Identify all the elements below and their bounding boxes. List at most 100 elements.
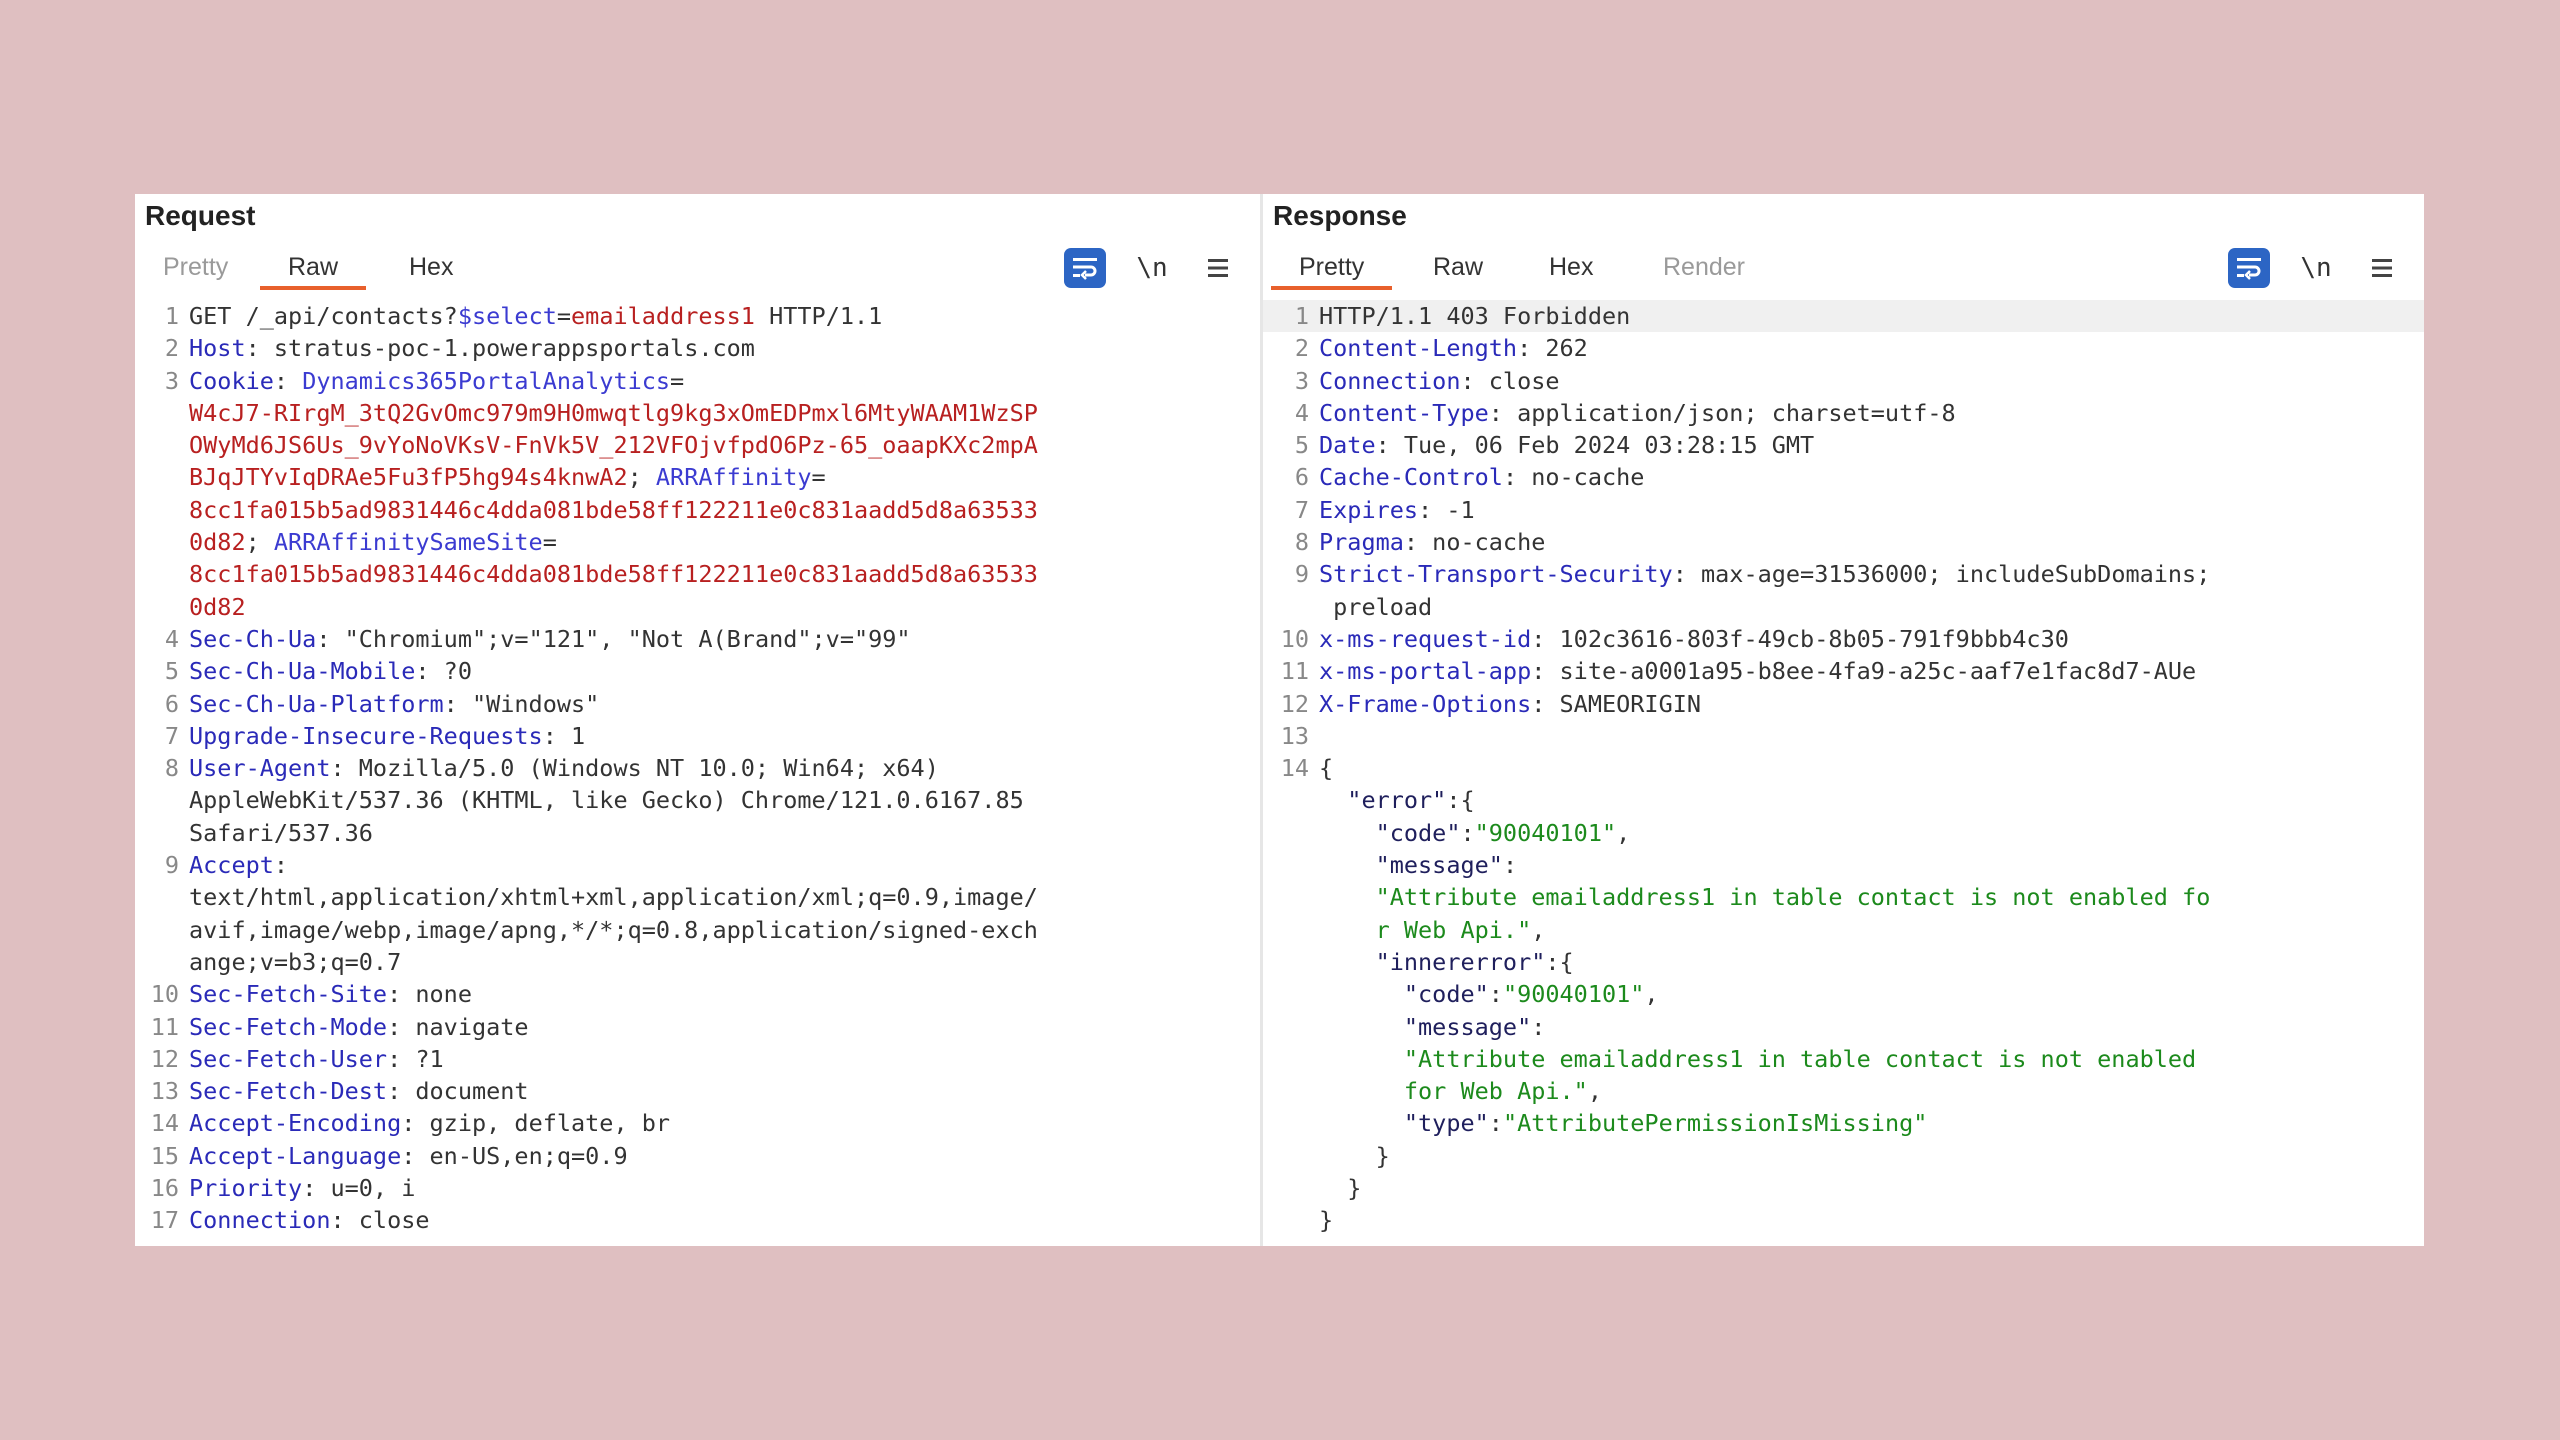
code-line: 6 Cache-Control: no-cache [1263, 461, 2424, 493]
code-text: Strict-Transport-Security: max-age=31536… [1309, 558, 2424, 590]
code-line: "Attribute emailaddress1 in table contac… [1263, 881, 2424, 913]
code-text: "code":"90040101", [1309, 817, 2424, 849]
code-line: 9 Strict-Transport-Security: max-age=3153… [1263, 558, 2424, 590]
response-tab-raw[interactable]: Raw [1405, 244, 1511, 290]
code-line: Safari/537.36 [135, 817, 1260, 849]
code-token: : document [387, 1077, 529, 1106]
code-line: 4 Content-Type: application/json; charset… [1263, 397, 2424, 429]
code-token: : [1460, 818, 1475, 847]
response-title: Response [1273, 200, 1407, 231]
code-text: preload [1309, 591, 2424, 623]
code-line: "type":"AttributePermissionIsMissing" [1263, 1107, 2424, 1139]
code-text: } [1309, 1204, 2424, 1236]
response-tab-render[interactable]: Render [1635, 244, 1773, 290]
code-line: preload [1263, 591, 2424, 623]
code-token: "Attribute emailaddress1 in table contac… [1319, 883, 2211, 912]
code-token: "error" [1319, 786, 1447, 815]
code-token: Sec-Fetch-Dest [189, 1077, 388, 1106]
code-text: x-ms-request-id: 102c3616-803f-49cb-8b05… [1309, 623, 2424, 655]
code-token: AppleWebKit/537.36 (KHTML, like Gecko) C… [189, 786, 1024, 815]
code-token: : SAMEORIGIN [1531, 689, 1702, 718]
code-token: : [273, 366, 303, 395]
request-wrap-lines-button[interactable] [1064, 248, 1106, 288]
line-number: 16 [150, 1174, 179, 1203]
code-text: Content-Length: 262 [1309, 332, 2424, 364]
request-tab-pretty[interactable]: Pretty [135, 244, 256, 290]
response-wrap-lines-button[interactable] [2228, 248, 2270, 288]
code-token: : site-a0001a95-b8ee-4fa9-a25c-aaf7e1fac… [1531, 657, 2197, 686]
code-token: : close [330, 1206, 430, 1235]
code-token: Cookie [189, 366, 274, 395]
code-token: : -1 [1418, 495, 1475, 524]
code-token: Safari/537.36 [189, 818, 373, 847]
code-text: text/html,application/xhtml+xml,applicat… [179, 881, 1260, 913]
request-tab-hex[interactable]: Hex [381, 244, 481, 290]
code-token: Priority [189, 1174, 303, 1203]
line-number [1263, 784, 1309, 816]
line-number: 2 [164, 334, 179, 363]
code-token: text/html,application/xhtml+xml,applicat… [189, 883, 1038, 912]
code-token: "code" [1319, 818, 1461, 847]
line-number: 14 [1280, 754, 1309, 783]
response-tab-hex[interactable]: Hex [1521, 244, 1621, 290]
request-menu-button[interactable] [1198, 248, 1238, 288]
code-text: Connection: close [1309, 365, 2424, 397]
code-text: "type":"AttributePermissionIsMissing" [1309, 1107, 2424, 1139]
response-newline-toggle[interactable]: \n [2296, 248, 2336, 288]
code-token: : 102c3616-803f-49cb-8b05-791f9bbb4c30 [1531, 624, 2069, 653]
code-token: Accept [189, 851, 274, 880]
code-line: "code":"90040101", [1263, 817, 2424, 849]
line-number: 4 [1294, 398, 1309, 427]
request-editor[interactable]: 1 GET /_api/contacts?$select=emailaddress… [135, 300, 1260, 1246]
line-number [1263, 946, 1309, 978]
code-line: 8cc1fa015b5ad9831446c4dda081bde58ff12221… [135, 558, 1260, 590]
response-editor[interactable]: 1 HTTP/1.1 403 Forbidden 2 Content-Length: … [1263, 300, 2424, 1246]
code-token: : navigate [387, 1012, 529, 1041]
code-text: "error":{ [1309, 784, 2424, 816]
code-line: 8 Pragma: no-cache [1263, 526, 2424, 558]
code-text: "message": [1309, 849, 2424, 881]
response-tab-pretty[interactable]: Pretty [1271, 244, 1393, 290]
code-token: : [1488, 980, 1503, 1009]
code-token: } [1319, 1141, 1390, 1170]
code-token: Sec-Ch-Ua-Mobile [189, 657, 416, 686]
code-token: = [670, 366, 685, 395]
request-newline-toggle[interactable]: \n [1132, 248, 1172, 288]
line-number: 14 [150, 1109, 179, 1138]
code-token: Connection [189, 1206, 331, 1235]
line-number: 5 [1294, 431, 1309, 460]
code-token: 8cc1fa015b5ad9831446c4dda081bde58ff12221… [189, 495, 1038, 524]
line-number [1263, 1075, 1309, 1107]
code-line: 16 Priority: u=0, i [135, 1172, 1260, 1204]
code-text: Sec-Ch-Ua: "Chromium";v="121", "Not A(Br… [179, 623, 1260, 655]
code-text: Sec-Fetch-Site: none [179, 978, 1260, 1010]
code-text: X-Frame-Options: SAMEORIGIN [1309, 688, 2424, 720]
code-text: GET /_api/contacts?$select=emailaddress1… [179, 300, 1260, 332]
line-number [135, 558, 179, 590]
code-text: AppleWebKit/537.36 (KHTML, like Gecko) C… [179, 784, 1260, 816]
code-line: 8cc1fa015b5ad9831446c4dda081bde58ff12221… [135, 494, 1260, 526]
code-line: for Web Api.", [1263, 1075, 2424, 1107]
code-text: Cache-Control: no-cache [1309, 461, 2424, 493]
line-number [1263, 914, 1309, 946]
code-line: 10 x-ms-request-id: 102c3616-803f-49cb-8b… [1263, 623, 2424, 655]
line-number: 2 [1294, 334, 1309, 363]
line-number: 15 [150, 1141, 179, 1170]
code-line: 0d82; ARRAffinitySameSite= [135, 526, 1260, 558]
code-text: Accept-Encoding: gzip, deflate, br [179, 1107, 1260, 1139]
code-token: ; [627, 463, 656, 492]
response-menu-button[interactable] [2362, 248, 2402, 288]
code-line: "code":"90040101", [1263, 978, 2424, 1010]
line-number [135, 591, 179, 623]
code-text: Safari/537.36 [179, 817, 1260, 849]
line-number [1263, 1011, 1309, 1043]
code-text: Sec-Fetch-User: ?1 [179, 1043, 1260, 1075]
code-token: : Tue, 06 Feb 2024 03:28:15 GMT [1375, 431, 1815, 460]
code-token: r Web Api." [1319, 915, 1532, 944]
code-text: "Attribute emailaddress1 in table contac… [1309, 881, 2424, 913]
code-text: "message": [1309, 1011, 2424, 1043]
request-tab-raw[interactable]: Raw [260, 244, 367, 290]
code-token: HTTP/1.1 403 Forbidden [1319, 302, 1631, 330]
code-token: for Web Api." [1319, 1077, 1588, 1106]
code-text: Host: stratus-poc-1.powerappsportals.com [179, 332, 1260, 364]
